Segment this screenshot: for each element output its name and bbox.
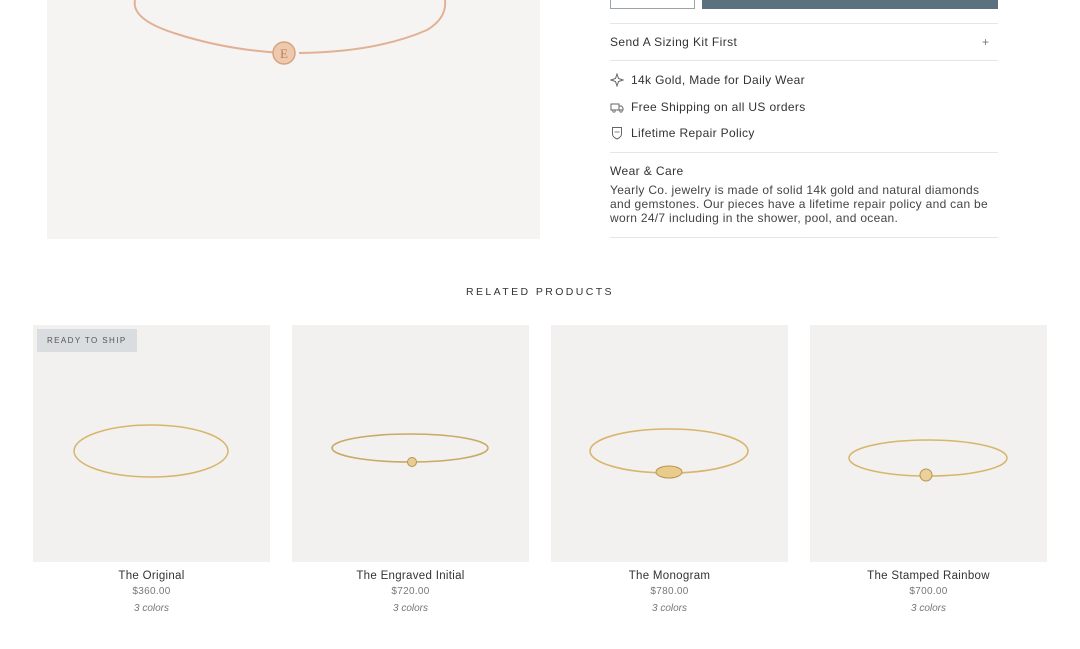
product-image[interactable] [551, 325, 788, 562]
product-image[interactable]: READY TO SHIP [33, 325, 270, 562]
product-colors[interactable]: 3 colors [33, 603, 270, 614]
feature-text: Lifetime Repair Policy [631, 126, 755, 140]
charm-letter: E [280, 46, 288, 61]
feature-repair-policy: Lifetime Repair Policy [610, 125, 755, 141]
sizing-kit-toggle[interactable]: Send A Sizing Kit First + [610, 26, 998, 58]
sparkle-icon [610, 73, 624, 87]
divider [610, 237, 998, 238]
product-card[interactable]: READY TO SHIP The Original $360.00 3 col… [33, 325, 270, 614]
product-price: $360.00 [132, 586, 171, 597]
quantity-button[interactable] [610, 0, 695, 9]
product-price: $700.00 [909, 586, 948, 597]
divider [610, 60, 998, 61]
product-name[interactable]: The Engraved Initial [292, 570, 529, 582]
product-name[interactable]: The Stamped Rainbow [810, 570, 1047, 582]
feature-text: 14k Gold, Made for Daily Wear [631, 73, 805, 87]
product-image[interactable] [292, 325, 529, 562]
product-card[interactable]: The Engraved Initial $720.00 3 colors [292, 325, 529, 614]
product-name[interactable]: The Original [33, 570, 270, 582]
product-colors[interactable]: 3 colors [292, 603, 529, 614]
shield-icon [610, 126, 624, 140]
feature-daily-wear: 14k Gold, Made for Daily Wear [610, 72, 805, 88]
sizing-kit-label: Send A Sizing Kit First [610, 35, 738, 49]
plus-icon: + [981, 35, 989, 49]
related-products-title: RELATED PRODUCTS [466, 286, 614, 298]
product-price: $720.00 [391, 586, 430, 597]
product-card[interactable]: The Stamped Rainbow $700.00 3 colors [810, 325, 1047, 614]
product-name[interactable]: The Monogram [551, 570, 788, 582]
hero-product-image: E [47, 0, 540, 239]
product-price: $780.00 [650, 586, 689, 597]
truck-icon [610, 100, 624, 114]
feature-text: Free Shipping on all US orders [631, 100, 806, 114]
product-colors[interactable]: 3 colors [810, 603, 1047, 614]
care-description: Yearly Co. jewelry is made of solid 14k … [610, 183, 989, 226]
add-to-cart-button[interactable] [702, 0, 998, 9]
care-title: Wear & Care [610, 164, 684, 178]
divider [610, 23, 998, 24]
product-colors[interactable]: 3 colors [551, 603, 788, 614]
ready-to-ship-badge: READY TO SHIP [37, 329, 137, 352]
product-card[interactable]: The Monogram $780.00 3 colors [551, 325, 788, 614]
divider [610, 152, 998, 153]
feature-free-shipping: Free Shipping on all US orders [610, 99, 806, 115]
product-image[interactable] [810, 325, 1047, 562]
